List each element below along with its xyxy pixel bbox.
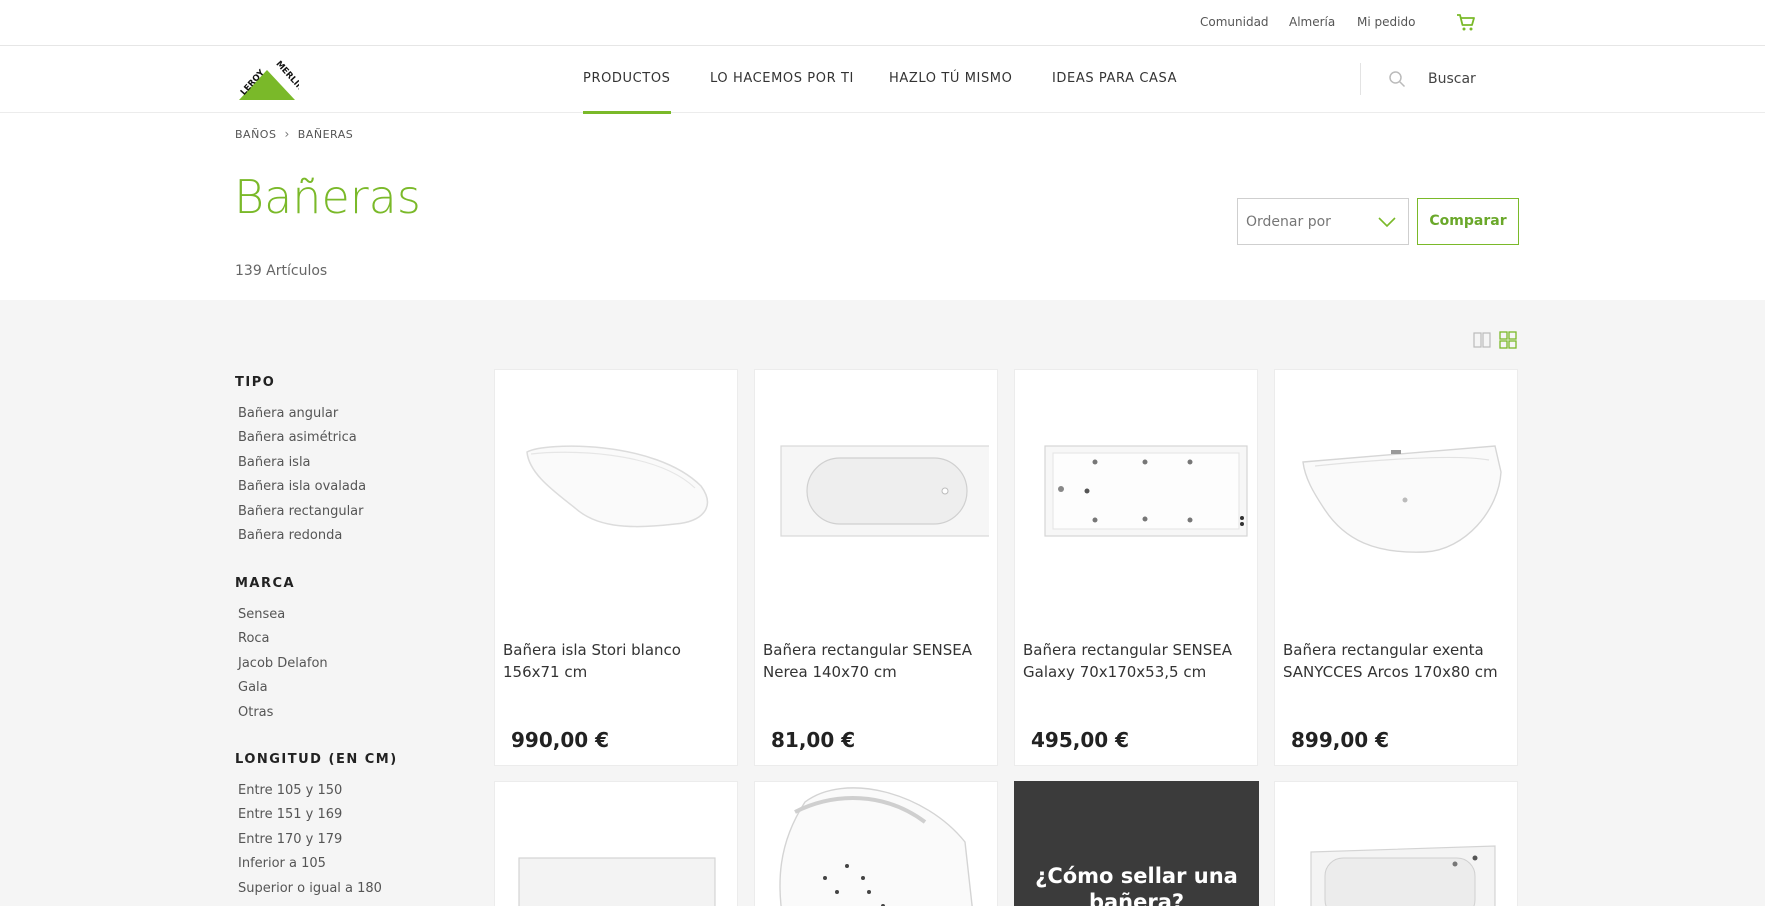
product-card[interactable]	[754, 781, 998, 906]
grid-view-icon[interactable]	[1499, 331, 1517, 349]
filter-option[interactable]: Entre 170 y 179	[238, 832, 342, 847]
filter-option[interactable]: Gala	[238, 680, 268, 695]
filter-option[interactable]: Bañera isla	[238, 455, 311, 470]
page-title: Bañeras	[234, 170, 421, 224]
product-image[interactable]	[1285, 802, 1509, 906]
product-name[interactable]: Bañera rectangular SENSEA Galaxy 70x170x…	[1023, 639, 1253, 683]
product-name[interactable]: Bañera isla Stori blanco 156x71 cm	[503, 639, 733, 683]
nav-hazlo-tu-mismo[interactable]: HAZLO TÚ MISMO	[889, 71, 1012, 86]
cart-icon[interactable]	[1455, 11, 1477, 33]
top-utility-bar: Comunidad Almería Mi pedido	[0, 0, 1765, 46]
product-card[interactable]: Bañera rectangular exenta SANYCCES Arcos…	[1274, 369, 1518, 766]
product-image[interactable]	[1025, 390, 1249, 580]
breadcrumb-baneras[interactable]: BAÑERAS	[298, 128, 353, 141]
filter-option[interactable]: Inferior a 105	[238, 856, 326, 871]
product-image[interactable]	[765, 390, 989, 580]
list-view-icon[interactable]	[1473, 331, 1491, 349]
product-price: 990,00 €	[511, 728, 610, 752]
filter-option[interactable]: Bañera angular	[238, 406, 338, 421]
search-icon[interactable]	[1388, 70, 1406, 88]
store-location-link[interactable]: Almería	[1289, 15, 1335, 29]
product-image[interactable]	[1285, 390, 1509, 580]
nav-divider	[1360, 63, 1361, 95]
filter-option[interactable]: Entre 105 y 150	[238, 783, 342, 798]
product-name[interactable]: Bañera rectangular SENSEA Nerea 140x70 c…	[763, 639, 993, 683]
filter-option[interactable]: Superior o igual a 180	[238, 881, 382, 896]
product-image[interactable]	[765, 782, 989, 906]
community-link[interactable]: Comunidad	[1200, 15, 1269, 29]
breadcrumb: BAÑOS › BAÑERAS	[235, 127, 353, 141]
listing-area: TIPO Bañera angular Bañera asimétrica Ba…	[0, 300, 1765, 906]
promo-title-line2: bañera?	[1088, 890, 1185, 906]
product-card[interactable]	[494, 781, 738, 906]
sort-placeholder: Ordenar por	[1246, 214, 1331, 230]
nav-lo-hacemos-por-ti[interactable]: LO HACEMOS POR TI	[710, 71, 854, 86]
product-image[interactable]	[505, 802, 729, 906]
filter-option[interactable]: Bañera rectangular	[238, 504, 364, 519]
filter-title-tipo[interactable]: TIPO	[235, 375, 275, 390]
filter-option[interactable]: Jacob Delafon	[238, 656, 328, 671]
nav-productos[interactable]: PRODUCTOS	[583, 71, 671, 114]
filter-option[interactable]: Roca	[238, 631, 270, 646]
chevron-right-icon: ›	[284, 127, 290, 141]
product-price: 899,00 €	[1291, 728, 1390, 752]
results-count: 139 Artículos	[235, 263, 328, 279]
sort-select[interactable]: Ordenar por	[1237, 198, 1409, 245]
chevron-down-icon	[1378, 217, 1396, 228]
product-name[interactable]: Bañera rectangular exenta SANYCCES Arcos…	[1283, 639, 1513, 683]
product-price: 495,00 €	[1031, 728, 1130, 752]
search-input[interactable]: Buscar	[1428, 71, 1476, 87]
filter-option[interactable]: Sensea	[238, 607, 285, 622]
promo-title: ¿Cómo sellar una	[1035, 864, 1238, 888]
filter-title-longitud[interactable]: LONGITUD (EN CM)	[235, 752, 398, 767]
compare-button[interactable]: Comparar	[1417, 198, 1519, 245]
product-card[interactable]: Bañera isla Stori blanco 156x71 cm 990,0…	[494, 369, 738, 766]
filter-option[interactable]: Otras	[238, 705, 273, 720]
product-card[interactable]	[1274, 781, 1518, 906]
product-image[interactable]	[505, 390, 729, 580]
main-navigation: LEROY MERLIN PRODUCTOS LO HACEMOS POR TI…	[0, 46, 1765, 114]
leroy-merlin-logo[interactable]: LEROY MERLIN	[235, 58, 299, 102]
nav-ideas-para-casa[interactable]: IDEAS PARA CASA	[1052, 71, 1177, 86]
product-card[interactable]: Bañera rectangular SENSEA Nerea 140x70 c…	[754, 369, 998, 766]
promo-card-how-to-seal-bathtub[interactable]: ¿Cómo sellar una bañera?	[1014, 781, 1259, 906]
my-order-link[interactable]: Mi pedido	[1357, 15, 1415, 29]
filter-option[interactable]: Bañera redonda	[238, 528, 342, 543]
filter-option[interactable]: Bañera isla ovalada	[238, 479, 366, 494]
product-card[interactable]: Bañera rectangular SENSEA Galaxy 70x170x…	[1014, 369, 1258, 766]
filter-option[interactable]: Entre 151 y 169	[238, 807, 342, 822]
product-price: 81,00 €	[771, 728, 856, 752]
breadcrumb-banos[interactable]: BAÑOS	[235, 128, 276, 141]
filter-title-marca[interactable]: MARCA	[235, 576, 295, 591]
filter-option[interactable]: Bañera asimétrica	[238, 430, 357, 445]
